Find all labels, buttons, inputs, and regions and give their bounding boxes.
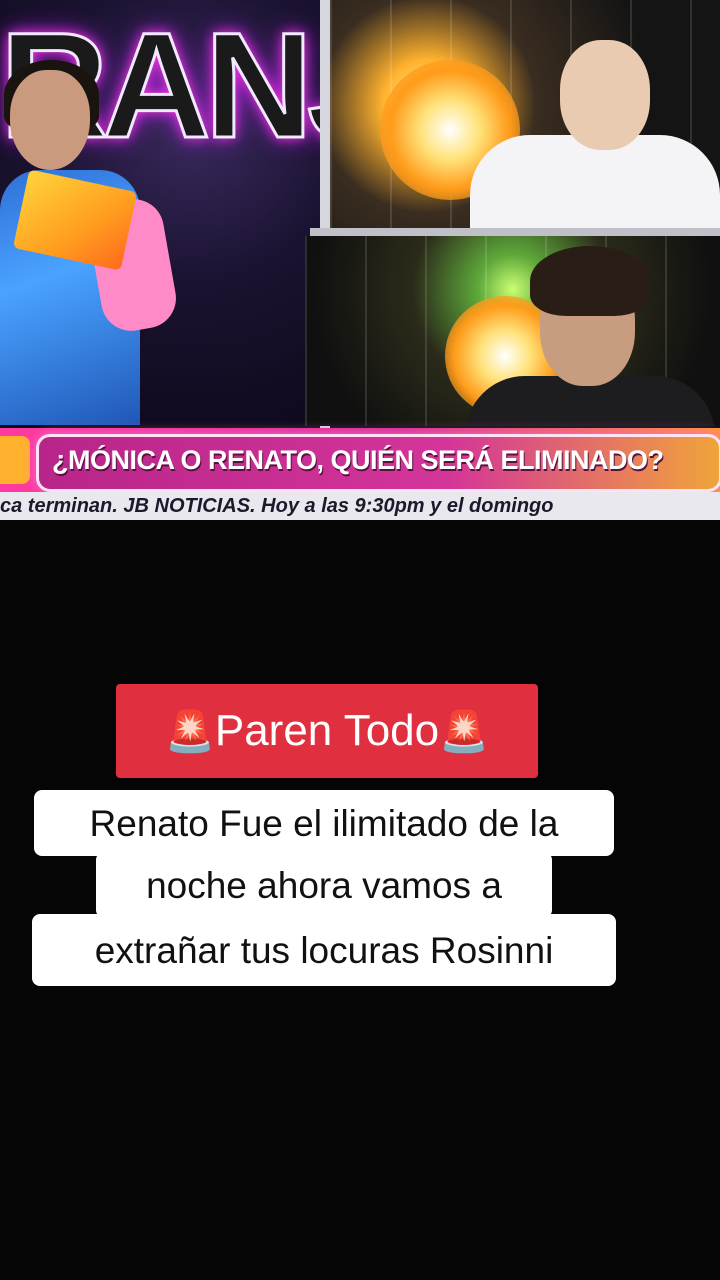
- screen-divider-horizontal: [310, 228, 720, 236]
- host-head: [10, 70, 90, 170]
- siren-icon: 🚨: [165, 709, 215, 754]
- caption-line: noche ahora vamos a: [96, 852, 552, 918]
- contestant-panel-top: [330, 0, 720, 232]
- host-panel: RANJA: [0, 0, 320, 425]
- lower-third-headline: ¿MÓNICA O RENATO, QUIÉN SERÁ ELIMINADO?: [52, 445, 664, 475]
- host-figure: [0, 60, 181, 425]
- lower-third-banner: ¿MÓNICA O RENATO, QUIÉN SERÁ ELIMINADO?: [0, 428, 720, 492]
- lower-third-tag: [0, 436, 30, 484]
- news-ticker: ca terminan. JB NOTICIAS. Hoy a las 9:30…: [0, 492, 720, 520]
- tv-screen: RANJA ¿MÓNICA O RENATO, QUIÉN SERÁ ELIMI…: [0, 0, 720, 520]
- caption-line: Renato Fue el ilimitado de la: [34, 790, 614, 856]
- overlay-title: Paren Todo: [214, 706, 440, 755]
- overlay-title-banner: 🚨 Paren Todo 🚨: [116, 684, 538, 778]
- caption-line: extrañar tus locuras Rosinni: [32, 914, 616, 986]
- siren-icon: 🚨: [439, 709, 489, 754]
- contestant-1-head: [560, 40, 650, 150]
- ticker-text: ca terminan. JB NOTICIAS. Hoy a las 9:30…: [0, 495, 554, 517]
- contestant-2-hair: [530, 246, 650, 316]
- contestant-panel-bottom: [305, 236, 720, 426]
